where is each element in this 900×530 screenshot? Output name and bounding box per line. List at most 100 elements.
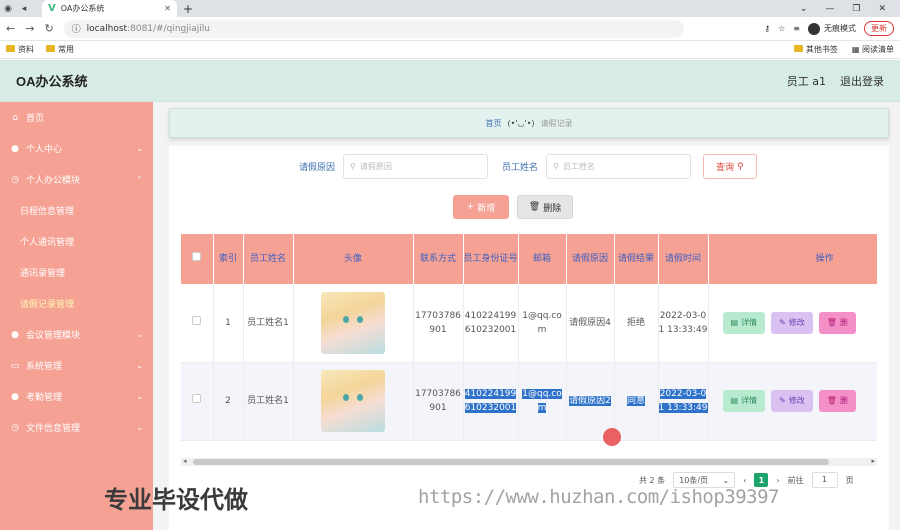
url-path: :8081/#/qingjiajilu xyxy=(127,23,210,34)
incognito-indicator[interactable]: 无痕模式 xyxy=(808,22,856,35)
select-all-cell[interactable] xyxy=(181,234,214,284)
sidebar-item-files[interactable]: ◷ 文件信息管理 ⌄ xyxy=(0,412,153,443)
sidebar-item-profile[interactable]: ● 个人中心 ⌄ xyxy=(0,133,153,164)
forward-icon[interactable]: → xyxy=(25,22,34,35)
sidebar-item-leave-records[interactable]: 请假记录管理 xyxy=(0,288,153,319)
column-header[interactable]: 请假结果 xyxy=(614,234,659,284)
query-button[interactable]: 查询 ⚲ xyxy=(703,154,757,179)
column-header[interactable]: 员工身份证号 xyxy=(463,234,519,284)
column-header[interactable]: 头像 xyxy=(293,234,414,284)
logout-button[interactable]: 退出登录 xyxy=(840,73,884,89)
sidebar-item-attendance[interactable]: ● 考勤管理 ⌄ xyxy=(0,381,153,412)
detail-button[interactable]: ▤ 详情 xyxy=(722,311,766,334)
sidebar-item-label: 首页 xyxy=(26,114,45,124)
reading-list-icon[interactable]: ≡ xyxy=(793,24,800,33)
chevron-down-icon: ⌄ xyxy=(722,475,730,485)
cell-result: 拒绝 xyxy=(614,284,659,363)
scrollbar-thumb[interactable] xyxy=(193,459,829,465)
breadcrumb-home[interactable]: 首页 xyxy=(485,118,501,129)
column-header[interactable]: 联系方式 xyxy=(413,234,464,284)
chevron-down-icon: ⌄ xyxy=(136,423,143,432)
cell-actions: ▤ 详情 ✎ 修改 🗑 删 xyxy=(708,362,877,441)
sidebar-item-label: 考勤管理 xyxy=(26,393,63,403)
column-header[interactable]: 邮箱 xyxy=(518,234,567,284)
bookmark-folder[interactable]: 常用 xyxy=(46,44,74,55)
column-header[interactable]: 请假时间 xyxy=(658,234,709,284)
bookmark-star-icon[interactable]: ☆ xyxy=(778,24,785,33)
user-label: 员工 a1 xyxy=(786,74,826,88)
row-checkbox[interactable] xyxy=(192,394,202,403)
remove-button[interactable]: 🗑 删 xyxy=(818,390,856,412)
close-tab-icon[interactable]: ✕ xyxy=(164,4,171,13)
page-number[interactable]: 1 xyxy=(754,473,769,487)
search-icon: ⚲ xyxy=(350,162,356,171)
edit-button[interactable]: ✎ 修改 xyxy=(771,311,813,334)
chevron-down-icon: ⌄ xyxy=(136,361,143,370)
window-close-icon[interactable]: ✕ xyxy=(878,4,886,14)
reading-list-icon: ▦ xyxy=(851,45,862,54)
selected-text: 同意 xyxy=(626,396,645,406)
edit-button[interactable]: ✎ 修改 xyxy=(771,390,813,412)
sidebar-item-address-book[interactable]: 通讯录管理 xyxy=(0,257,153,288)
detail-button[interactable]: ▤ 详情 xyxy=(722,390,766,412)
remove-button[interactable]: 🗑 删 xyxy=(818,311,856,334)
next-page-icon[interactable]: › xyxy=(776,476,779,485)
tab-search-icon[interactable]: ◂ xyxy=(16,0,32,17)
column-header[interactable]: 索引 xyxy=(213,234,244,284)
back-icon[interactable]: ← xyxy=(6,22,15,35)
query-label: 查询 xyxy=(716,163,735,173)
folder-icon xyxy=(46,45,55,52)
horizontal-scrollbar[interactable]: ◂ ▸ xyxy=(181,457,877,466)
column-header[interactable]: 请假原因 xyxy=(566,234,615,284)
add-button[interactable]: + 新增 xyxy=(453,195,509,219)
column-header[interactable]: 员工姓名 xyxy=(243,234,294,284)
sidebar-item-office[interactable]: ◷ 个人办公模块 ⌃ xyxy=(0,164,153,195)
reason-input[interactable]: ⚲ 请假原因 xyxy=(343,154,489,179)
data-table: 索引 员工姓名 头像 联系方式 员工身份证号 邮箱 请假原因 请假结果 请假时间… xyxy=(181,234,877,460)
restore-icon[interactable]: ❐ xyxy=(852,4,860,14)
avatar[interactable] xyxy=(321,370,385,432)
browser-menu-icon[interactable]: ◉ xyxy=(0,0,16,17)
row-select-cell[interactable] xyxy=(181,284,214,363)
trash-icon: 🗑 xyxy=(826,317,837,327)
scroll-left-icon[interactable]: ◂ xyxy=(183,457,187,465)
detail-label: 详情 xyxy=(741,317,758,327)
browser-tab[interactable]: V OA办公系统 ✕ xyxy=(42,0,177,17)
table-row[interactable]: 1 员工姓名1 17703786901 410224199610232001 1… xyxy=(181,284,877,363)
avatar[interactable] xyxy=(321,291,385,354)
row-checkbox[interactable] xyxy=(192,315,202,325)
content-panel: 请假原因 ⚲ 请假原因 员工姓名 ⚲ 员工姓名 查询 ⚲ + 新增 🗑 删除 索引 员工姓… xyxy=(169,146,889,530)
clock-icon: ◷ xyxy=(11,422,19,433)
scroll-right-icon[interactable]: ▸ xyxy=(871,457,875,465)
delete-button[interactable]: 🗑 删除 xyxy=(517,195,573,219)
page-suffix: 页 xyxy=(845,475,854,485)
folder-icon xyxy=(6,45,15,52)
reload-icon[interactable]: ↻ xyxy=(44,22,53,35)
name-input[interactable]: ⚲ 员工姓名 xyxy=(546,154,692,179)
sidebar-item-label: 会议管理模块 xyxy=(26,331,81,341)
search-icon: ⚲ xyxy=(737,161,744,172)
row-select-cell[interactable] xyxy=(181,362,214,441)
name-placeholder: 员工姓名 xyxy=(562,162,595,171)
goto-input[interactable]: 1 xyxy=(811,472,838,488)
new-tab-icon[interactable]: + xyxy=(183,2,193,16)
reading-list[interactable]: ▦ 阅读清单 xyxy=(852,44,894,55)
key-icon[interactable]: ⚷ xyxy=(764,24,770,33)
url-input[interactable]: ⓘ localhost:8081/#/qingjiajilu xyxy=(63,19,684,38)
sidebar-item-meetings[interactable]: ● 会议管理模块 ⌄ xyxy=(0,319,153,350)
sidebar-item-home[interactable]: ⌂ 首页 xyxy=(0,102,153,133)
update-button[interactable]: 更新 xyxy=(864,21,894,36)
bookmarks-bar: 资料 常用 其他书签 ▦ 阅读清单 xyxy=(0,41,900,59)
sidebar-item-personal-contacts[interactable]: 个人通讯管理 xyxy=(0,226,153,257)
sidebar-item-system[interactable]: ▭ 系统管理 ⌄ xyxy=(0,350,153,381)
other-bookmarks[interactable]: 其他书签 xyxy=(793,44,838,55)
select-all-checkbox[interactable] xyxy=(192,252,202,261)
sidebar-item-schedule[interactable]: 日程信息管理 xyxy=(0,195,153,226)
prev-page-icon[interactable]: ‹ xyxy=(743,476,746,485)
bookmark-folder[interactable]: 资料 xyxy=(6,44,34,55)
table-row[interactable]: 2 员工姓名1 17703786901 410224199610232001 1… xyxy=(181,362,877,441)
minimize-icon[interactable]: — xyxy=(825,4,834,14)
cell-phone: 17703786901 xyxy=(413,284,464,363)
cell-index: 1 xyxy=(213,284,244,363)
window-dropdown-icon[interactable]: ⌄ xyxy=(800,4,808,14)
